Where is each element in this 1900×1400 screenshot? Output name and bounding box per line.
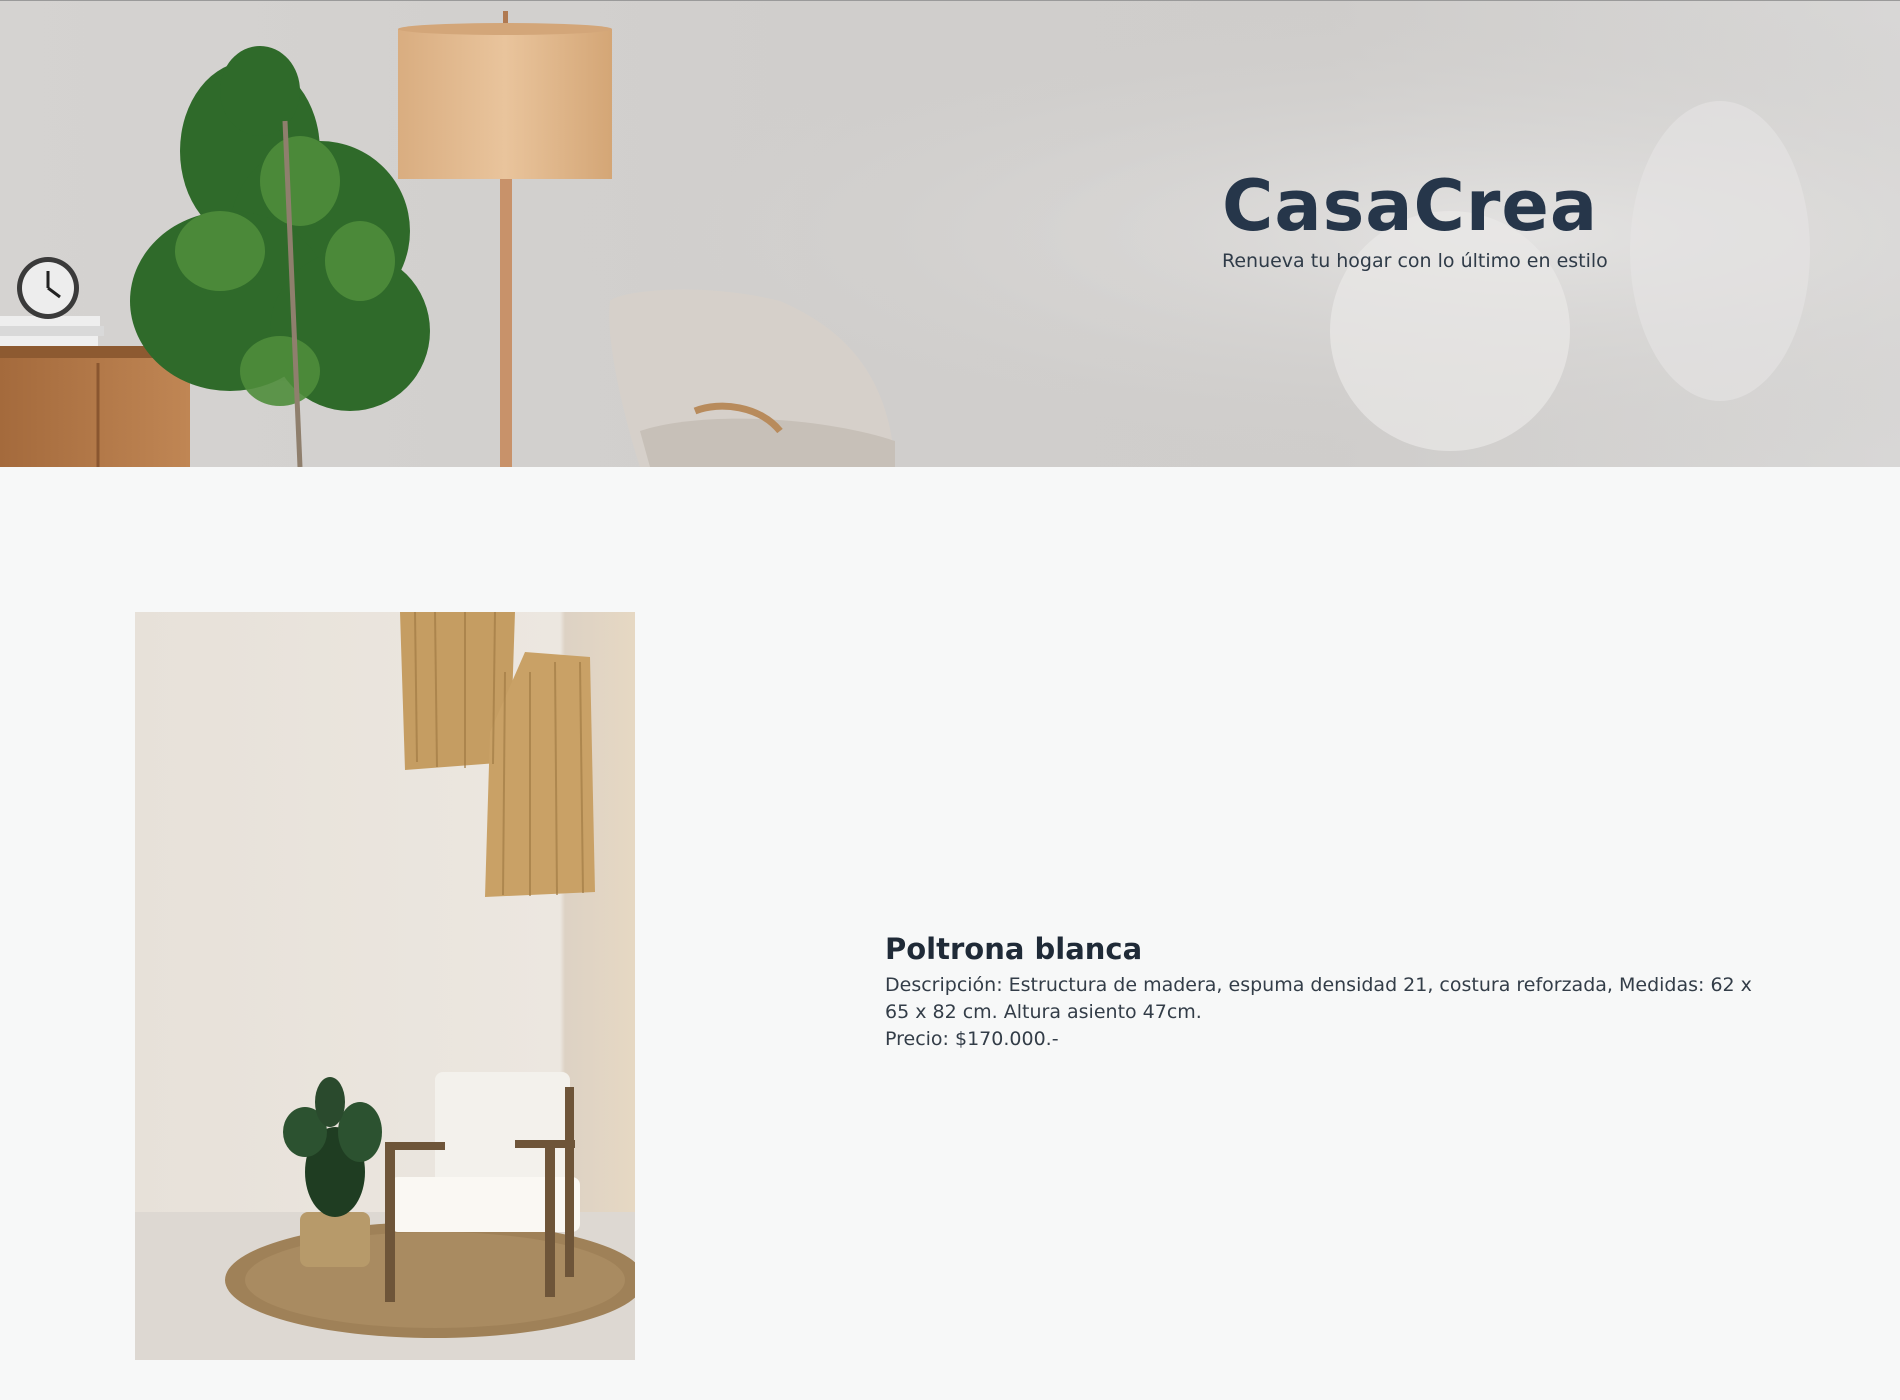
product-price: Precio: $170.000.- xyxy=(885,1028,1059,1050)
product-description: Descripción: Estructura de madera, espum… xyxy=(885,974,1752,1023)
hero-text: CasaCrea Renueva tu hogar con lo último … xyxy=(1222,164,1608,274)
brand-tagline: Renueva tu hogar con lo último en estilo xyxy=(1222,250,1608,272)
hero-banner: CasaCrea Renueva tu hogar con lo último … xyxy=(0,0,1900,467)
hero-image xyxy=(0,1,1900,467)
product-name: Poltrona blanca xyxy=(885,932,1143,966)
product-image[interactable] xyxy=(135,612,635,1360)
brand-title: CasaCrea xyxy=(1222,165,1599,247)
product-info: Poltrona blanca Descripción: Estructura … xyxy=(885,930,1765,1053)
